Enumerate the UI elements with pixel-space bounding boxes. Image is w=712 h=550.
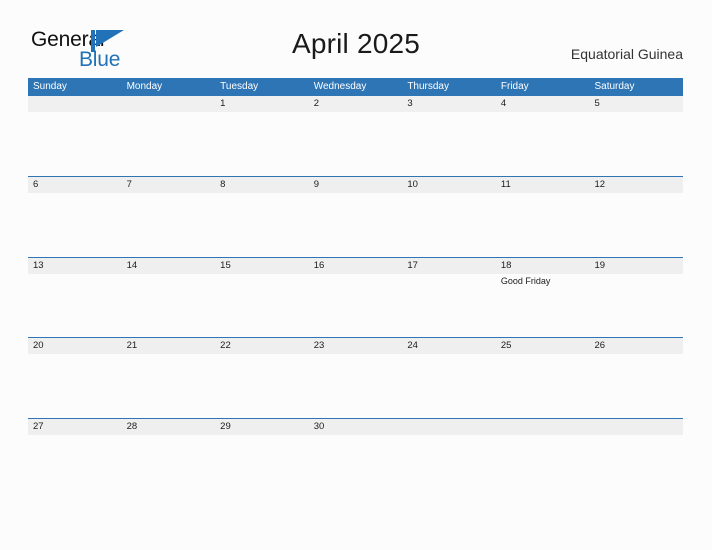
day-cell[interactable] [28, 193, 122, 257]
day-number[interactable]: 8 [215, 177, 309, 193]
day-number[interactable]: 19 [589, 258, 683, 274]
holiday-label: Good Friday [500, 275, 551, 286]
country-label: Equatorial Guinea [570, 46, 683, 62]
day-number-empty [28, 96, 122, 112]
day-cell[interactable] [215, 435, 309, 499]
weekday-saturday: Saturday [594, 81, 635, 92]
day-cell[interactable] [589, 274, 683, 338]
day-cell[interactable] [28, 435, 122, 499]
day-cell [122, 112, 216, 176]
calendar-week-row: 20 21 22 23 24 25 26 [28, 337, 683, 417]
day-number[interactable]: 3 [402, 96, 496, 112]
day-cell [402, 435, 496, 499]
day-cell[interactable] [402, 354, 496, 418]
day-events-row [28, 112, 683, 176]
day-cell[interactable] [402, 112, 496, 176]
day-cell[interactable] [589, 112, 683, 176]
day-number-empty [402, 419, 496, 435]
day-cell[interactable] [122, 274, 216, 338]
day-cell[interactable] [309, 112, 403, 176]
day-cell[interactable] [309, 193, 403, 257]
calendar-week-row: 6 7 8 9 10 11 12 [28, 176, 683, 256]
day-cell[interactable] [122, 354, 216, 418]
day-number[interactable]: 22 [215, 338, 309, 354]
day-number[interactable]: 28 [122, 419, 216, 435]
day-events-row [28, 193, 683, 257]
day-cell[interactable] [309, 354, 403, 418]
day-number[interactable]: 7 [122, 177, 216, 193]
day-cell [589, 435, 683, 499]
day-number[interactable]: 9 [309, 177, 403, 193]
day-number[interactable]: 17 [402, 258, 496, 274]
day-number[interactable]: 23 [309, 338, 403, 354]
day-number-band: 6 7 8 9 10 11 12 [28, 177, 683, 194]
day-number[interactable]: 14 [122, 258, 216, 274]
day-cell[interactable] [122, 435, 216, 499]
page-header: General Blue April 2025 Equatorial Guine… [0, 0, 712, 78]
day-number[interactable]: 12 [589, 177, 683, 193]
day-number[interactable]: 24 [402, 338, 496, 354]
day-number[interactable]: 25 [496, 338, 590, 354]
weekday-tuesday: Tuesday [220, 81, 259, 92]
day-number-empty [496, 419, 590, 435]
day-events-row [28, 354, 683, 418]
day-number[interactable]: 2 [309, 96, 403, 112]
day-cell[interactable] [309, 435, 403, 499]
day-number-band: 20 21 22 23 24 25 26 [28, 338, 683, 355]
weekday-wednesday: Wednesday [313, 81, 367, 92]
weekday-header-row: Sunday Monday Tuesday Wednesday Thursday… [28, 78, 683, 96]
weekday-sunday: Sunday [33, 81, 67, 92]
day-cell[interactable] [496, 354, 590, 418]
day-cell[interactable] [28, 274, 122, 338]
weekday-monday: Monday [126, 81, 163, 92]
day-cell [496, 435, 590, 499]
day-number-empty [589, 419, 683, 435]
day-number[interactable]: 29 [215, 419, 309, 435]
day-number-band: 12345 [28, 96, 683, 112]
day-cell[interactable] [402, 274, 496, 338]
day-number[interactable]: 11 [496, 177, 590, 193]
weekday-friday: Friday [500, 81, 529, 92]
day-cell[interactable] [496, 193, 590, 257]
day-cell[interactable] [215, 193, 309, 257]
day-number[interactable]: 4 [496, 96, 590, 112]
day-number[interactable]: 16 [309, 258, 403, 274]
day-number[interactable]: 1 [215, 96, 309, 112]
day-cell[interactable] [589, 193, 683, 257]
day-number[interactable]: 10 [402, 177, 496, 193]
day-cell[interactable] [28, 354, 122, 418]
day-cell[interactable] [589, 354, 683, 418]
calendar-grid: Sunday Monday Tuesday Wednesday Thursday… [28, 78, 683, 498]
day-cell[interactable] [402, 193, 496, 257]
day-number-empty [122, 96, 216, 112]
day-number-band: 13 14 15 16 17 18 19 [28, 257, 683, 274]
day-cell[interactable] [215, 274, 309, 338]
calendar-page: General Blue April 2025 Equatorial Guine… [0, 0, 712, 550]
day-events-row: Good Friday [28, 274, 683, 338]
day-cell[interactable] [215, 354, 309, 418]
day-number[interactable]: 18 [496, 258, 590, 274]
day-cell[interactable] [215, 112, 309, 176]
day-number[interactable]: 21 [122, 338, 216, 354]
day-number[interactable]: 15 [215, 258, 309, 274]
day-number[interactable]: 27 [28, 419, 122, 435]
weekday-thursday: Thursday [407, 81, 449, 92]
day-number[interactable]: 26 [589, 338, 683, 354]
day-number-band: 27 28 29 30 [28, 418, 683, 435]
day-cell[interactable] [496, 112, 590, 176]
day-cell[interactable]: Good Friday [496, 274, 590, 338]
calendar-week-row: 27 28 29 30 [28, 417, 683, 499]
day-cell [28, 112, 122, 176]
day-cell[interactable] [309, 274, 403, 338]
calendar-week-row: 13 14 15 16 17 18 19 Good Friday [28, 256, 683, 338]
day-number[interactable]: 20 [28, 338, 122, 354]
calendar-week-row: 12345 [28, 96, 683, 176]
day-events-row [28, 435, 683, 499]
day-number[interactable]: 13 [28, 258, 122, 274]
day-number[interactable]: 30 [309, 419, 403, 435]
day-number[interactable]: 6 [28, 177, 122, 193]
calendar-weeks: 1 2 3 4 5 6 7 8 9 10 11 12 13 14 15 16 17 18 19 Good Friday… [28, 96, 683, 498]
day-cell[interactable] [122, 193, 216, 257]
day-number[interactable]: 5 [589, 96, 683, 112]
